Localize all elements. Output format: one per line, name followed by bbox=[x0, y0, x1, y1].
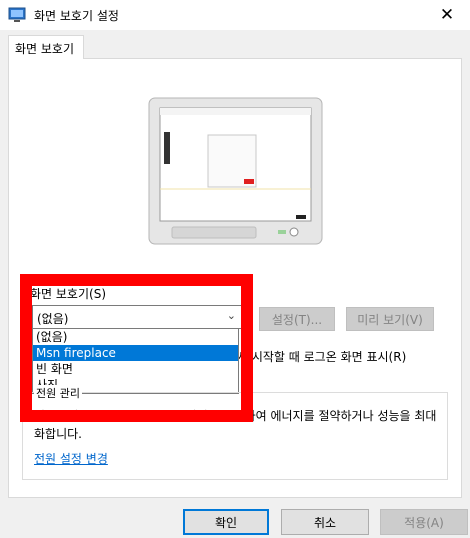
highlight-frame bbox=[20, 274, 253, 422]
ok-button[interactable]: 확인 bbox=[183, 509, 269, 535]
close-button[interactable]: ✕ bbox=[424, 0, 470, 30]
window-title: 화면 보호기 설정 bbox=[34, 9, 119, 23]
cancel-button[interactable]: 취소 bbox=[281, 509, 369, 535]
settings-button[interactable]: 설정(T)... bbox=[259, 307, 335, 331]
apply-button[interactable]: 적용(A) bbox=[380, 509, 468, 535]
preview-button[interactable]: 미리 보기(V) bbox=[346, 307, 434, 331]
display-settings-icon bbox=[8, 7, 26, 22]
close-icon: ✕ bbox=[439, 5, 455, 25]
change-power-settings-link[interactable]: 전원 설정 변경 bbox=[34, 450, 108, 467]
monitor-preview-image bbox=[148, 97, 323, 245]
resume-logon-checkbox-label[interactable]: 시 시작할 때 로그온 화면 표시(R) bbox=[237, 348, 406, 365]
tab-screensaver[interactable]: 화면 보호기 bbox=[8, 35, 84, 59]
title-bar: 화면 보호기 설정 ✕ bbox=[0, 0, 470, 30]
